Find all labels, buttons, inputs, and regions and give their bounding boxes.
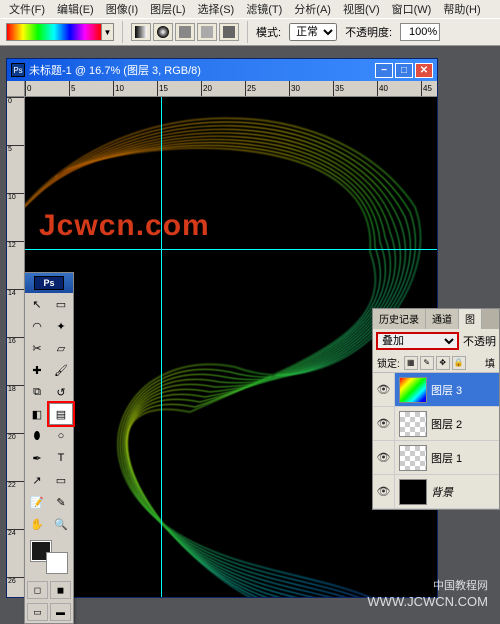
marquee-tool[interactable]: ▭	[49, 293, 73, 315]
layer-name: 图层 2	[431, 416, 462, 432]
visibility-toggle-icon[interactable]: 👁	[373, 441, 395, 474]
move-tool[interactable]: ↖	[25, 293, 49, 315]
gradient-swatch	[6, 23, 102, 41]
lock-all-icon[interactable]: 🔒	[452, 356, 466, 370]
gradient-picker[interactable]: ▼	[6, 23, 114, 41]
slice-tool[interactable]: ▱	[49, 337, 73, 359]
menu-item[interactable]: 图层(L)	[145, 0, 190, 18]
minimize-button[interactable]: −	[375, 63, 393, 78]
panel-opacity-label: 不透明	[463, 333, 496, 349]
lock-label: 锁定:	[377, 355, 400, 370]
eyedrop-tool[interactable]: ✎	[49, 491, 73, 513]
menu-item[interactable]: 窗口(W)	[387, 0, 437, 18]
fill-label: 填	[485, 355, 495, 370]
layer-name: 图层 3	[431, 382, 462, 398]
menu-item[interactable]: 文件(F)	[4, 0, 50, 18]
ruler-vertical[interactable]: 05101214161820222426	[7, 97, 25, 597]
hand-tool[interactable]: ✋	[25, 513, 49, 535]
gradient-type-buttons	[131, 23, 239, 41]
lock-transparency-icon[interactable]: ▦	[404, 356, 418, 370]
menu-item[interactable]: 视图(V)	[338, 0, 385, 18]
diamond-gradient-button[interactable]	[219, 23, 239, 41]
background-color[interactable]	[47, 553, 67, 573]
layer-name: 背景	[431, 484, 453, 500]
menu-bar: 文件(F)编辑(E)图像(I)图层(L)选择(S)滤镜(T)分析(A)视图(V)…	[0, 0, 500, 18]
ruler-corner	[7, 81, 25, 97]
menu-item[interactable]: 图像(I)	[101, 0, 143, 18]
linear-gradient-button[interactable]	[131, 23, 151, 41]
toolbox: Ps ↖▭◠✦✂▱✚🖌⧉↺◧▤⬮○✒T↗▭📝✎✋🔍 ◻ ◼ ▭ ▬	[24, 272, 74, 624]
notes-tool[interactable]: 📝	[25, 491, 49, 513]
tab-history[interactable]: 历史记录	[373, 309, 426, 329]
panel-tabs: 历史记录 通道 图	[373, 309, 499, 329]
menu-item[interactable]: 编辑(E)	[52, 0, 99, 18]
maximize-button[interactable]: □	[395, 63, 413, 78]
standard-mode-icon[interactable]: ◻	[27, 581, 48, 599]
menu-item[interactable]: 滤镜(T)	[241, 0, 287, 18]
lock-pixels-icon[interactable]: ✎	[420, 356, 434, 370]
shape-tool[interactable]: ▭	[49, 469, 73, 491]
radial-gradient-button[interactable]	[153, 23, 173, 41]
lock-position-icon[interactable]: ✥	[436, 356, 450, 370]
angle-gradient-button[interactable]	[175, 23, 195, 41]
mode-select[interactable]: 正常	[289, 23, 337, 41]
brush-tool[interactable]: 🖌	[49, 359, 73, 381]
lasso-tool[interactable]: ◠	[25, 315, 49, 337]
layers-panel: 历史记录 通道 图 叠加 不透明 锁定: ▦ ✎ ✥ 🔒 填 👁 图层 3 👁 图层 …	[372, 308, 500, 510]
layer-thumbnail	[399, 377, 427, 403]
blur-tool[interactable]: ⬮	[25, 425, 49, 447]
gradient-dropdown-icon[interactable]: ▼	[102, 23, 114, 41]
close-button[interactable]: ✕	[415, 63, 433, 78]
guide-vertical[interactable]	[161, 97, 162, 597]
color-swatches[interactable]	[29, 539, 69, 575]
zoom-tool[interactable]: 🔍	[49, 513, 73, 535]
blend-mode-select[interactable]: 叠加	[376, 332, 459, 350]
layer-thumbnail	[399, 479, 427, 505]
layer-thumbnail	[399, 411, 427, 437]
visibility-toggle-icon[interactable]: 👁	[373, 373, 395, 406]
visibility-toggle-icon[interactable]: 👁	[373, 407, 395, 440]
screenmode-2-icon[interactable]: ▬	[50, 603, 71, 621]
dodge-tool[interactable]: ○	[49, 425, 73, 447]
ruler-horizontal[interactable]: 051015202530354045	[25, 81, 437, 97]
menu-item[interactable]: 帮助(H)	[438, 0, 485, 18]
screenmode-1-icon[interactable]: ▭	[27, 603, 48, 621]
divider	[122, 21, 123, 43]
pen-tool[interactable]: ✒	[25, 447, 49, 469]
site-watermark: 中国教程网 WWW.JCWCN.COM	[367, 579, 488, 609]
eraser-tool[interactable]: ◧	[25, 403, 49, 425]
layer-row[interactable]: 👁 背景	[373, 475, 499, 509]
menu-item[interactable]: 选择(S)	[193, 0, 240, 18]
layer-row[interactable]: 👁 图层 2	[373, 407, 499, 441]
menu-item[interactable]: 分析(A)	[289, 0, 336, 18]
heal-tool[interactable]: ✚	[25, 359, 49, 381]
opacity-input[interactable]	[400, 23, 440, 41]
document-title: 未标题-1 @ 16.7% (图层 3, RGB/8)	[29, 62, 201, 78]
guide-horizontal[interactable]	[25, 249, 437, 250]
mode-label: 模式:	[256, 24, 281, 40]
layer-name: 图层 1	[431, 450, 462, 466]
toolbox-header[interactable]: Ps	[25, 273, 73, 293]
crop-tool[interactable]: ✂	[25, 337, 49, 359]
layer-row[interactable]: 👁 图层 3	[373, 373, 499, 407]
type-tool[interactable]: T	[49, 447, 73, 469]
reflected-gradient-button[interactable]	[197, 23, 217, 41]
gradient-tool[interactable]: ▤	[49, 403, 73, 425]
opacity-label: 不透明度:	[345, 24, 392, 40]
quickmask-mode-icon[interactable]: ◼	[50, 581, 71, 599]
path-tool[interactable]: ↗	[25, 469, 49, 491]
history-brush[interactable]: ↺	[49, 381, 73, 403]
options-bar: ▼ 模式: 正常 不透明度:	[0, 18, 500, 46]
tab-layers[interactable]: 图	[459, 309, 482, 329]
divider	[247, 21, 248, 43]
wand-tool[interactable]: ✦	[49, 315, 73, 337]
document-titlebar[interactable]: Ps 未标题-1 @ 16.7% (图层 3, RGB/8) − □ ✕	[7, 59, 437, 81]
tab-channels[interactable]: 通道	[426, 309, 459, 329]
ps-badge-icon: Ps	[11, 63, 25, 77]
visibility-toggle-icon[interactable]: 👁	[373, 475, 395, 508]
layer-thumbnail	[399, 445, 427, 471]
canvas-watermark-text: Jcwcn.com	[39, 209, 210, 243]
layer-row[interactable]: 👁 图层 1	[373, 441, 499, 475]
stamp-tool[interactable]: ⧉	[25, 381, 49, 403]
